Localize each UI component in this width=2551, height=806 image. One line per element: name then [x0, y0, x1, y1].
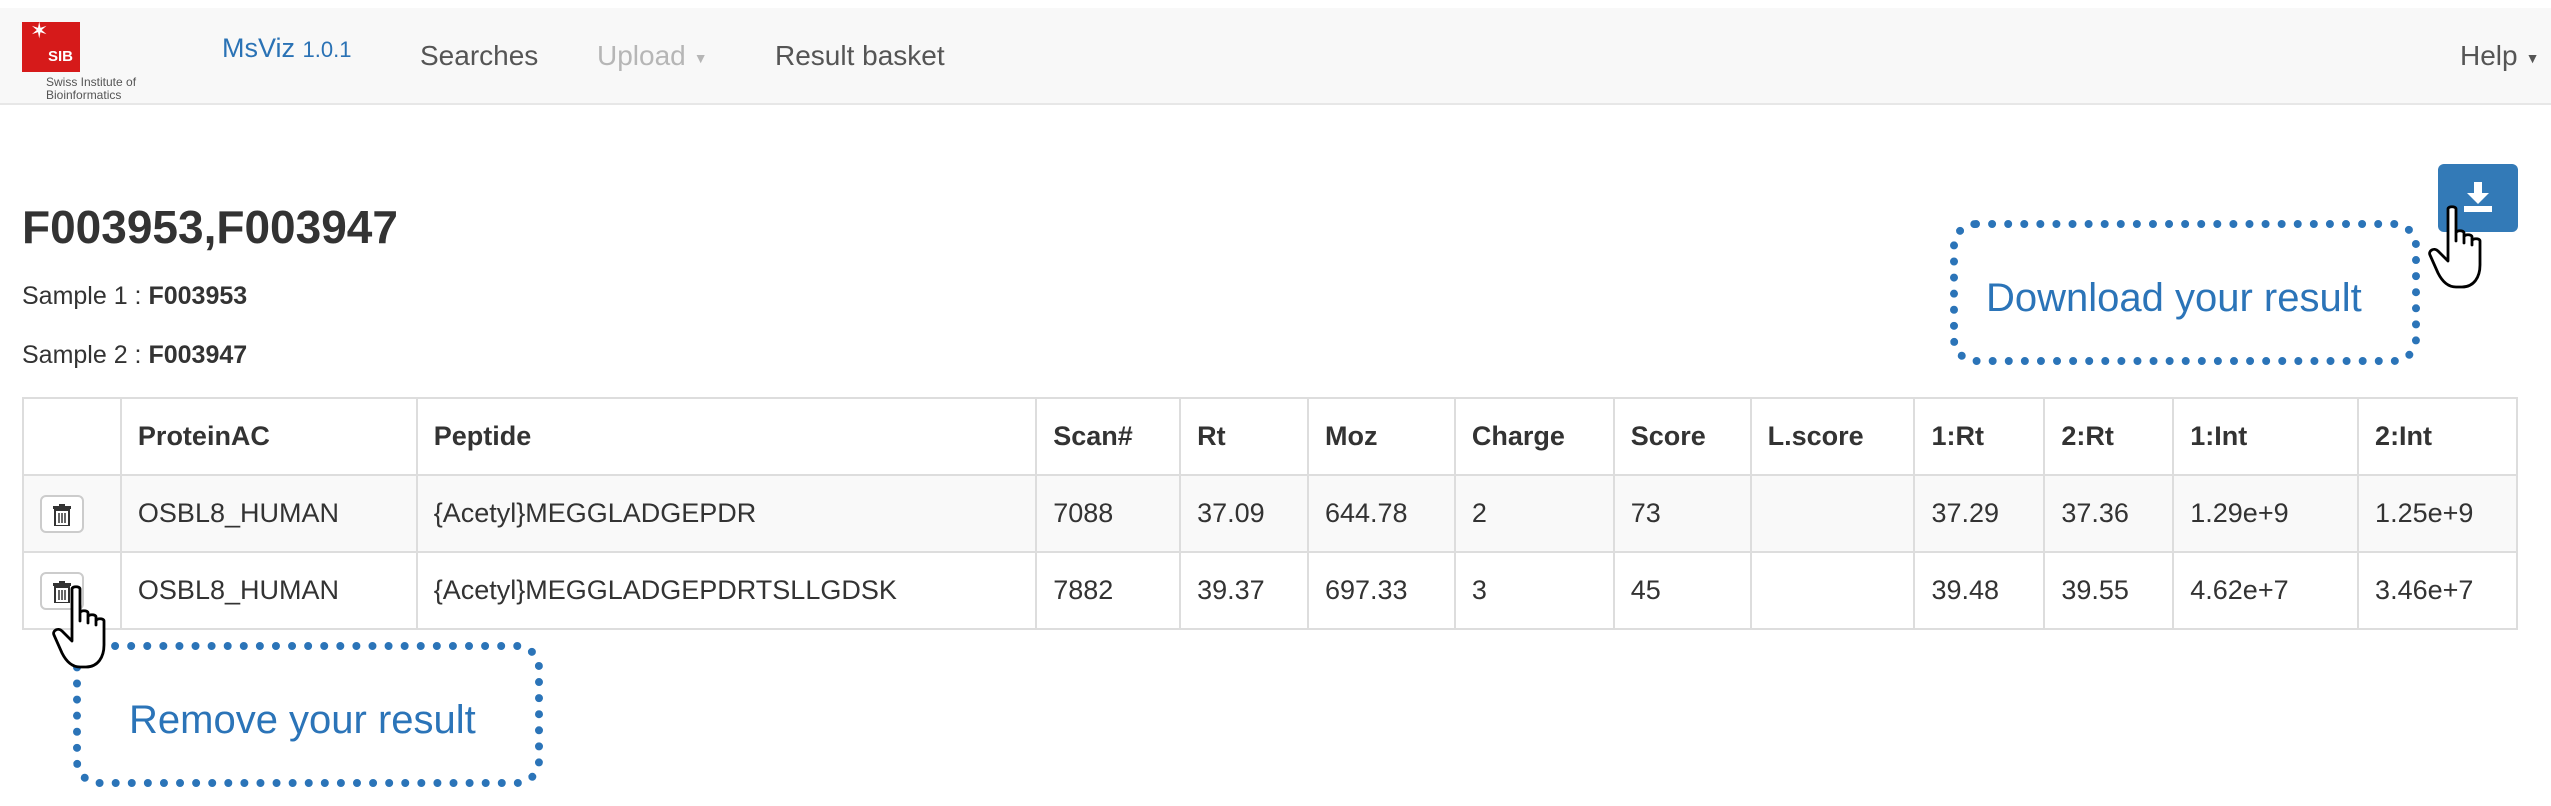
column-header[interactable]: 1:Int — [2172, 397, 2360, 476]
column-header[interactable]: Scan# — [1035, 397, 1182, 476]
nav-result-basket[interactable]: Result basket — [775, 40, 945, 72]
cell-rt: 39.37 — [1179, 551, 1309, 630]
cell-charge: 3 — [1453, 551, 1615, 630]
brand-name: MsViz — [222, 33, 296, 63]
nav-upload-label: Upload — [597, 40, 686, 71]
sample-1-value: F003953 — [148, 282, 248, 310]
column-header[interactable]: Moz — [1306, 397, 1456, 476]
column-header[interactable]: Charge — [1453, 397, 1615, 476]
nav-searches[interactable]: Searches — [420, 40, 538, 72]
column-header[interactable]: Peptide — [415, 397, 1038, 476]
cell-lscore — [1749, 474, 1916, 553]
remove-row-button[interactable] — [40, 494, 84, 533]
sample-2-label: Sample 2 : — [22, 341, 142, 369]
cell-scan: 7882 — [1035, 551, 1182, 630]
download-callout-text: Download your result — [1986, 276, 2362, 320]
brand-version: 1.0.1 — [302, 37, 352, 62]
cell-int1: 4.62e+7 — [2172, 551, 2360, 630]
nav-help-label: Help — [2460, 40, 2518, 71]
column-header[interactable]: L.score — [1749, 397, 1916, 476]
cell-charge: 2 — [1453, 474, 1615, 553]
logo-caption-line2: Bioinformatics — [46, 88, 122, 102]
hand-pointer-icon — [2428, 205, 2482, 289]
sib-logo[interactable]: ✶ SIB Swiss Institute of Bioinformatics — [20, 20, 170, 112]
page-title: F003953,F003947 — [22, 201, 398, 253]
column-header — [22, 397, 122, 476]
sample-1-label: Sample 1 : — [22, 282, 142, 310]
column-header[interactable]: 2:Int — [2357, 397, 2518, 476]
trash-icon — [53, 503, 71, 526]
logo-caption: Swiss Institute of Bioinformatics — [46, 76, 136, 102]
column-header[interactable]: 2:Rt — [2043, 397, 2175, 476]
cell-lscore — [1749, 551, 1916, 630]
column-header[interactable]: Score — [1612, 397, 1752, 476]
sample-2-value: F003947 — [148, 341, 248, 369]
cell-peptide: {Acetyl}MEGGLADGEPDRTSLLGDSK — [415, 551, 1038, 630]
column-header[interactable]: Rt — [1179, 397, 1309, 476]
cell-protein-ac: OSBL8_HUMAN — [119, 551, 418, 630]
remove-callout-text: Remove your result — [129, 698, 476, 742]
cell-rt1: 39.48 — [1913, 551, 2046, 630]
cell-rt2: 39.55 — [2043, 551, 2175, 630]
cell-peptide: {Acetyl}MEGGLADGEPDR — [415, 474, 1038, 553]
remove-callout: Remove your result — [73, 642, 543, 787]
results-table: ProteinAC Peptide Scan# Rt Moz Charge Sc… — [22, 397, 2518, 630]
cell-moz: 697.33 — [1306, 551, 1456, 630]
column-header[interactable]: 1:Rt — [1913, 397, 2046, 476]
logo-sib-text: SIB — [48, 48, 74, 65]
cell-int1: 1.29e+9 — [2172, 474, 2360, 553]
cell-rt2: 37.36 — [2043, 474, 2175, 553]
cell-score: 73 — [1612, 474, 1752, 553]
cell-int2: 1.25e+9 — [2357, 474, 2518, 553]
top-navbar: ✶ SIB Swiss Institute of Bioinformatics … — [0, 8, 2551, 105]
nav-help-dropdown[interactable]: Help ▼ — [2460, 40, 2539, 72]
cell-moz: 644.78 — [1306, 474, 1456, 553]
caret-down-icon: ▼ — [2525, 49, 2540, 66]
sample-2-line: Sample 2 : F003947 — [22, 341, 247, 370]
column-header[interactable]: ProteinAC — [119, 397, 418, 476]
caret-down-icon: ▼ — [693, 49, 708, 66]
nav-upload-dropdown[interactable]: Upload ▼ — [597, 40, 708, 72]
table-row: OSBL8_HUMAN {Acetyl}MEGGLADGEPDR 7088 37… — [22, 474, 2518, 553]
cell-rt: 37.09 — [1179, 474, 1309, 553]
table-row: OSBL8_HUMAN {Acetyl}MEGGLADGEPDRTSLLGDSK… — [22, 551, 2518, 630]
sample-1-line: Sample 1 : F003953 — [22, 282, 247, 311]
cell-int2: 3.46e+7 — [2357, 551, 2518, 630]
hand-pointer-icon — [52, 585, 106, 669]
download-callout: Download your result — [1950, 220, 2420, 365]
action-cell — [22, 474, 122, 553]
brand-link[interactable]: MsViz 1.0.1 — [222, 33, 351, 64]
cell-score: 45 — [1612, 551, 1752, 630]
cell-rt1: 37.29 — [1913, 474, 2046, 553]
table-header-row: ProteinAC Peptide Scan# Rt Moz Charge Sc… — [22, 397, 2518, 476]
cell-protein-ac: OSBL8_HUMAN — [119, 474, 418, 553]
cell-scan: 7088 — [1035, 474, 1182, 553]
logo-mark: ✶ SIB — [22, 20, 80, 72]
